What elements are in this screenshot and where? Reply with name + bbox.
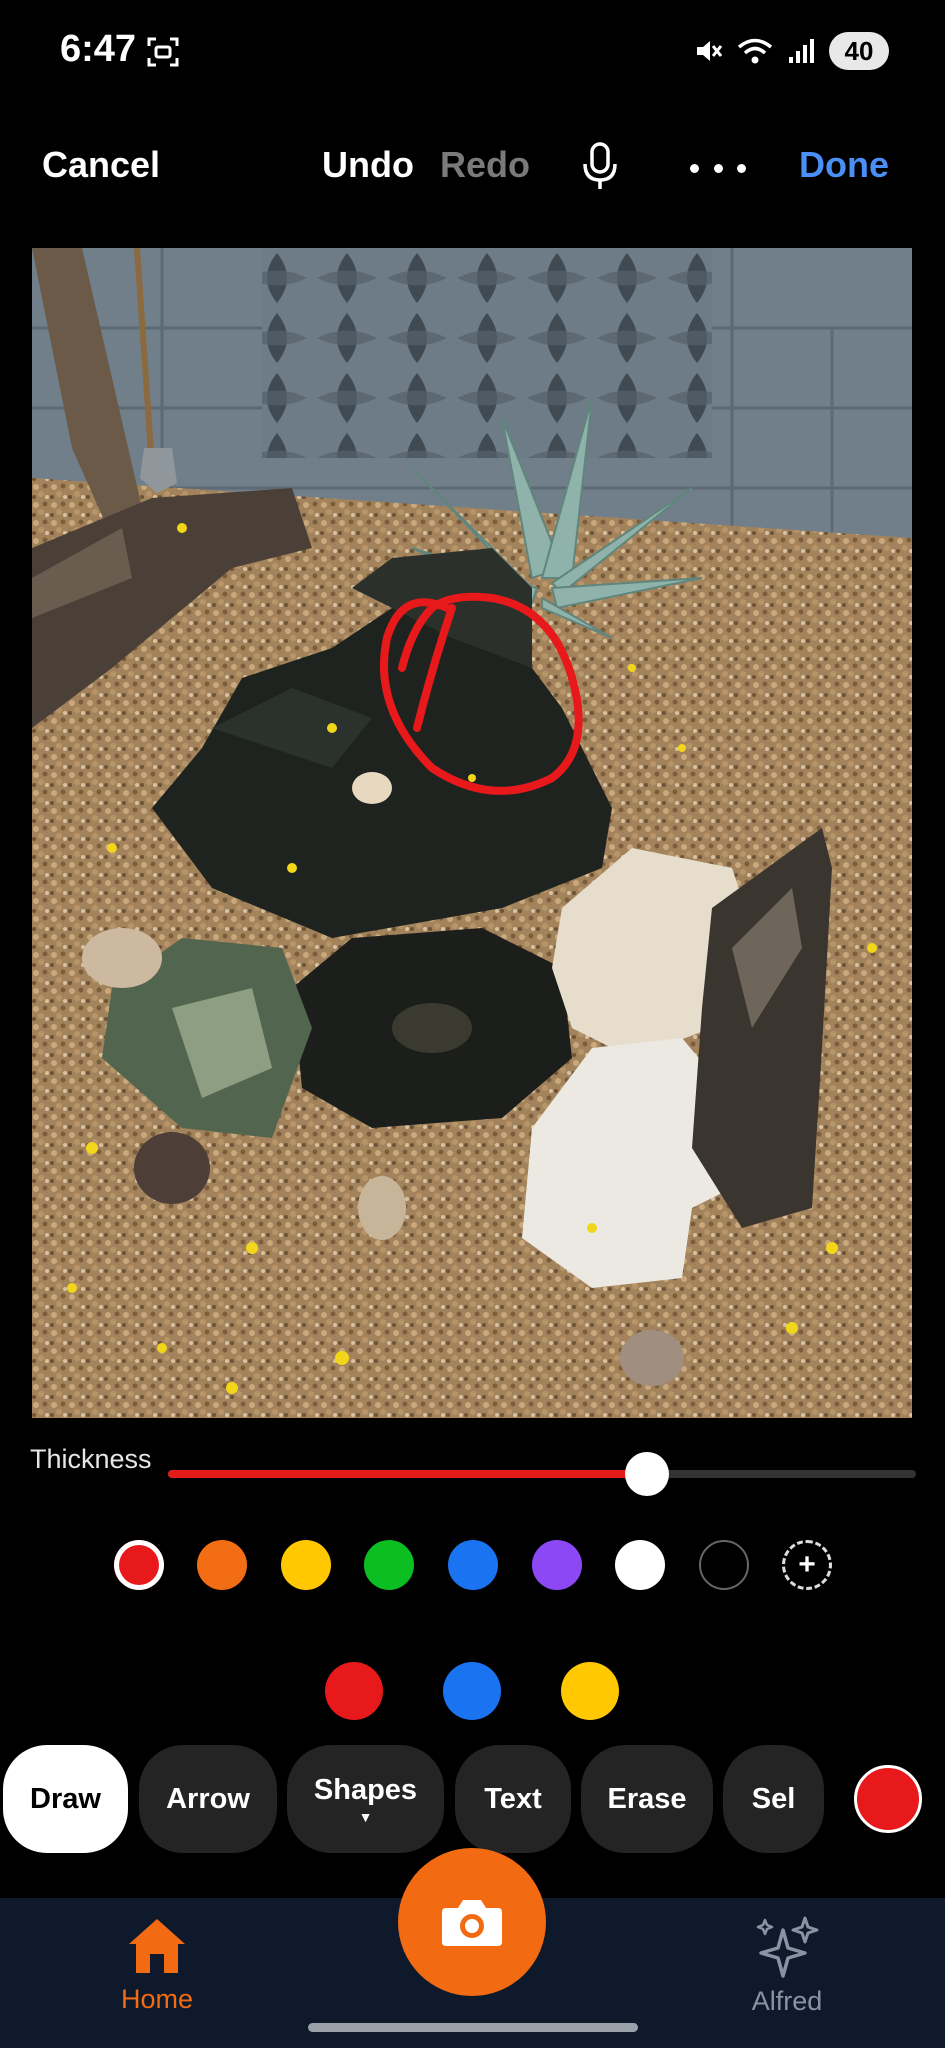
cancel-button[interactable]: Cancel — [42, 144, 160, 186]
camera-button[interactable] — [398, 1848, 546, 1996]
redo-button[interactable]: Redo — [440, 144, 530, 186]
status-bar: 6:47 40 — [0, 0, 945, 104]
screenshot-icon — [147, 37, 179, 67]
slider-fill — [168, 1470, 647, 1478]
thickness-label: Thickness — [30, 1444, 152, 1474]
tool-label: Text — [484, 1782, 542, 1815]
recent-color-2[interactable] — [443, 1662, 501, 1720]
current-color-indicator[interactable] — [854, 1765, 922, 1833]
tool-label: Sel — [751, 1782, 796, 1815]
recent-color-3[interactable] — [561, 1662, 619, 1720]
tool-label: Arrow — [166, 1782, 250, 1815]
tool-draw[interactable]: Draw — [3, 1745, 128, 1853]
color-swatch-black[interactable] — [699, 1540, 749, 1590]
tool-select[interactable]: Sel — [723, 1745, 824, 1853]
status-icons: 40 — [693, 30, 889, 72]
battery-indicator: 40 — [829, 32, 889, 70]
tool-erase[interactable]: Erase — [581, 1745, 713, 1853]
nav-alfred-label: Alfred — [751, 1986, 823, 2016]
home-icon — [129, 1919, 185, 1973]
recent-colors — [0, 1662, 945, 1720]
nav-home[interactable]: Home — [87, 1916, 227, 2015]
camera-icon — [442, 1900, 502, 1946]
chevron-down-icon: ▼ — [358, 1808, 373, 1825]
tool-text[interactable]: Text — [455, 1745, 571, 1853]
signal-icon — [789, 39, 814, 63]
editor-toolbar: Cancel Undo Redo Done — [0, 130, 945, 210]
tool-shapes[interactable]: Shapes ▼ — [287, 1745, 444, 1853]
rock-garden-photo — [32, 248, 912, 1418]
add-color-button[interactable]: + — [782, 1540, 832, 1590]
wifi-icon — [737, 38, 773, 64]
tool-label: Draw — [30, 1782, 101, 1815]
photo-canvas[interactable] — [32, 248, 912, 1418]
nav-alfred[interactable]: Alfred — [717, 1916, 857, 2017]
tool-label: Shapes — [313, 1773, 418, 1806]
tool-arrow[interactable]: Arrow — [139, 1745, 277, 1853]
color-swatch-blue[interactable] — [448, 1540, 498, 1590]
recent-color-1[interactable] — [325, 1662, 383, 1720]
undo-button[interactable]: Undo — [322, 144, 414, 186]
color-swatch-white[interactable] — [615, 1540, 665, 1590]
tool-bar: Draw Arrow Shapes ▼ Text Erase Sel — [0, 1745, 945, 1855]
color-swatch-orange[interactable] — [197, 1540, 247, 1590]
color-swatch-green[interactable] — [364, 1540, 414, 1590]
tool-label: Erase — [607, 1782, 687, 1815]
microphone-icon[interactable] — [580, 142, 620, 192]
thickness-slider[interactable] — [168, 1452, 916, 1496]
color-swatch-purple[interactable] — [532, 1540, 582, 1590]
nav-home-label: Home — [120, 1984, 194, 2014]
sparkle-icon — [756, 1916, 819, 1978]
mute-icon — [697, 41, 723, 61]
status-time: 6:47 — [60, 28, 137, 70]
color-swatch-yellow[interactable] — [281, 1540, 331, 1590]
color-palette: + — [0, 1540, 945, 1590]
done-button[interactable]: Done — [799, 144, 889, 186]
slider-thumb[interactable] — [624, 1452, 669, 1496]
home-indicator — [308, 2023, 638, 2032]
more-icon[interactable] — [690, 158, 746, 178]
color-swatch-red[interactable] — [114, 1540, 164, 1590]
